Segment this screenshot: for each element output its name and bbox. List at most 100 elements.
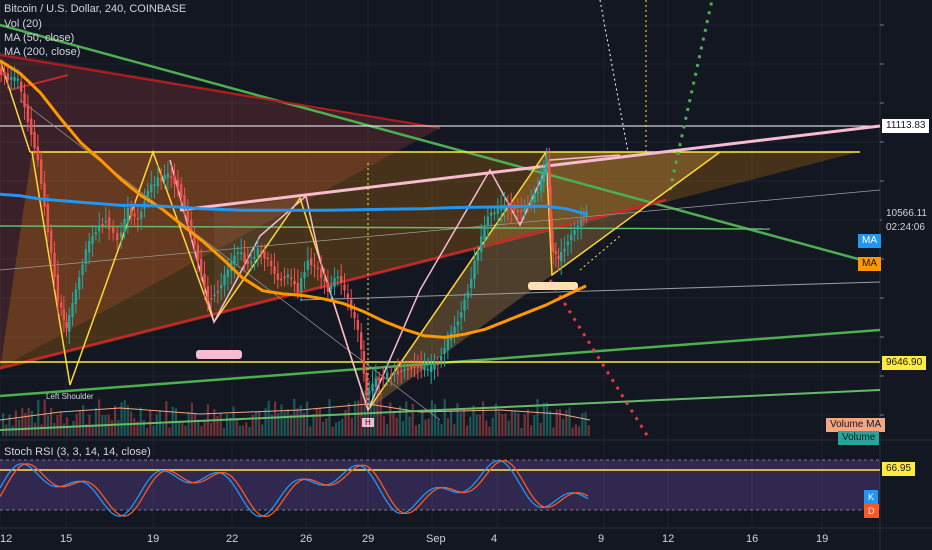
volume-bar bbox=[517, 413, 520, 436]
volume-bar bbox=[578, 426, 581, 436]
candle-body bbox=[496, 208, 500, 214]
volume-bar bbox=[411, 403, 414, 436]
volume-bar bbox=[242, 425, 245, 436]
volume-bar bbox=[414, 425, 417, 436]
volume-bar bbox=[14, 410, 17, 436]
volume-bar bbox=[574, 424, 577, 436]
candle-body bbox=[243, 252, 246, 263]
volume-bar bbox=[514, 410, 517, 436]
volume-bar bbox=[568, 407, 571, 436]
volume-bar bbox=[450, 411, 453, 436]
volume-bar bbox=[539, 422, 542, 436]
candle-body bbox=[116, 233, 119, 241]
volume-bar bbox=[491, 417, 494, 436]
candle-body bbox=[286, 274, 290, 278]
volume-bar bbox=[280, 404, 283, 436]
candle-body bbox=[566, 241, 570, 246]
candle-body bbox=[50, 230, 53, 254]
volume-bar bbox=[8, 414, 11, 436]
volume-bar bbox=[322, 421, 325, 436]
volume-bar bbox=[245, 422, 248, 436]
candle-body bbox=[530, 200, 533, 205]
volume-bar bbox=[398, 406, 401, 436]
candle-body bbox=[6, 73, 10, 81]
candle-body bbox=[493, 212, 496, 214]
candle-body bbox=[310, 258, 313, 266]
volume-bar bbox=[325, 418, 328, 436]
time-axis-label: 22 bbox=[226, 533, 239, 545]
candle-body bbox=[246, 260, 250, 265]
candle-body bbox=[403, 369, 406, 371]
candle-body bbox=[513, 208, 516, 210]
volume-bar bbox=[30, 411, 33, 436]
volume-bar bbox=[475, 414, 478, 436]
volume-bar bbox=[504, 413, 507, 436]
candle-body bbox=[420, 364, 423, 369]
candle-body bbox=[500, 207, 503, 211]
volume-bar bbox=[392, 411, 395, 436]
volume-bar bbox=[72, 420, 75, 436]
stoch-k-tag: K bbox=[864, 490, 879, 504]
volume-bar bbox=[341, 418, 344, 436]
candle-body bbox=[160, 179, 163, 181]
candle-body bbox=[576, 225, 580, 230]
candle-body bbox=[520, 210, 523, 212]
chart-canvas[interactable] bbox=[0, 0, 932, 550]
volume-bar bbox=[229, 417, 232, 436]
volume-bar bbox=[133, 418, 136, 436]
volume-bar bbox=[350, 417, 353, 436]
candle-body bbox=[410, 366, 413, 370]
candle-body bbox=[213, 294, 216, 297]
candle-body bbox=[580, 218, 583, 227]
candle-body bbox=[263, 251, 266, 259]
volume-bar bbox=[453, 424, 456, 436]
candle-body bbox=[223, 274, 226, 286]
candle-body bbox=[196, 244, 200, 262]
candle-body bbox=[0, 67, 3, 75]
candle-body bbox=[443, 348, 446, 354]
volume-bar bbox=[424, 419, 427, 436]
candle-body bbox=[413, 366, 416, 368]
candle-body bbox=[26, 104, 30, 123]
volume-bar bbox=[434, 404, 437, 436]
time-axis-label: 12 bbox=[662, 533, 675, 545]
volume-bar bbox=[296, 408, 299, 436]
volume-bar bbox=[546, 402, 549, 436]
volume-bar bbox=[562, 419, 565, 436]
candle-body bbox=[101, 224, 104, 226]
candle-body bbox=[220, 284, 223, 289]
candle-body bbox=[203, 273, 206, 287]
candle-body bbox=[456, 321, 460, 325]
volume-bar bbox=[235, 419, 238, 436]
candle-body bbox=[256, 248, 260, 257]
candle-body bbox=[374, 378, 378, 387]
candle-body bbox=[320, 268, 323, 278]
candle-body bbox=[476, 252, 480, 261]
volume-bar bbox=[357, 400, 360, 436]
volume-bar bbox=[82, 405, 85, 436]
volume-bar bbox=[456, 403, 459, 436]
volume-bar bbox=[382, 416, 385, 436]
volume-bar bbox=[405, 401, 408, 436]
volume-bar bbox=[331, 426, 334, 436]
volume-bar bbox=[194, 413, 197, 436]
candle-body bbox=[466, 291, 470, 299]
time-axis-label: 9 bbox=[598, 533, 605, 545]
volume-bar bbox=[232, 406, 235, 436]
candle-body bbox=[270, 260, 273, 267]
volume-bar bbox=[446, 417, 449, 436]
candle-body bbox=[446, 337, 450, 350]
candle-body bbox=[123, 218, 126, 232]
volume-bar bbox=[91, 426, 94, 436]
volume-bar bbox=[283, 411, 286, 436]
candle-body bbox=[440, 356, 443, 361]
candle-body bbox=[406, 368, 410, 371]
shoulder-marker bbox=[196, 350, 242, 359]
volume-bar bbox=[120, 402, 123, 436]
volume-bar bbox=[466, 425, 469, 436]
volume-bar bbox=[11, 425, 14, 436]
candle-body bbox=[112, 227, 115, 233]
candle-body bbox=[343, 284, 346, 291]
candle-body bbox=[216, 291, 220, 293]
candle-body bbox=[570, 234, 573, 241]
